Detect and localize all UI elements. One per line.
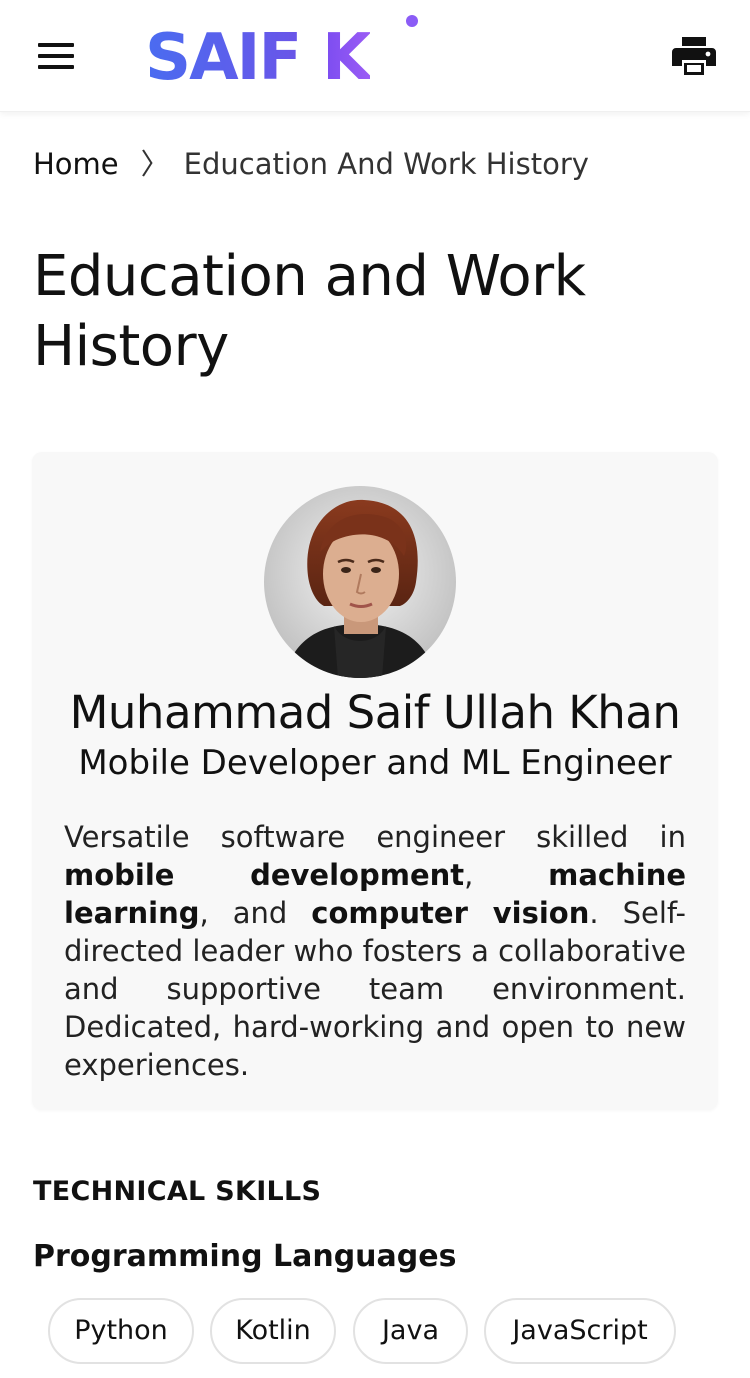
- section-heading-technical-skills: TECHNICAL SKILLS: [33, 1176, 322, 1207]
- printer-icon[interactable]: [670, 34, 718, 78]
- profile-role: Mobile Developer and ML Engineer: [78, 743, 672, 783]
- bio-text-1: Versatile software engineer skilled in: [64, 820, 686, 854]
- skill-chip-java[interactable]: Java: [353, 1298, 468, 1364]
- logo-first-word: SAIF: [145, 21, 302, 95]
- logo-last-letter: K: [322, 21, 372, 95]
- subheading-programming-languages: Programming Languages: [33, 1239, 457, 1274]
- bio-highlight-mobile: mobile development: [64, 858, 465, 892]
- profile-name: Muhammad Saif Ullah Khan: [69, 686, 681, 739]
- breadcrumb-current: Education And Work History: [183, 147, 589, 181]
- skill-chip-kotlin[interactable]: Kotlin: [210, 1298, 336, 1364]
- profile-bio: Versatile software engineer skilled in m…: [64, 818, 686, 1084]
- bio-text-2: ,: [464, 858, 549, 892]
- logo-dot: [406, 15, 418, 27]
- bio-text-3: , and: [199, 896, 312, 930]
- programming-language-chips: Python Kotlin Java JavaScript: [48, 1298, 748, 1378]
- site-logo[interactable]: SAIF K: [145, 18, 372, 98]
- breadcrumb-home-link[interactable]: Home: [33, 147, 119, 181]
- hamburger-menu-icon[interactable]: [34, 38, 78, 74]
- top-app-bar: SAIF K: [0, 0, 750, 112]
- page-title: Education and Work History: [33, 244, 586, 379]
- avatar: [264, 486, 456, 678]
- skill-chip-python[interactable]: Python: [48, 1298, 194, 1364]
- breadcrumb: Home 〉 Education And Work History: [33, 140, 589, 188]
- skill-chip-javascript[interactable]: JavaScript: [484, 1298, 676, 1364]
- breadcrumb-separator-icon: 〉: [140, 147, 170, 181]
- bio-highlight-cv: computer vision: [311, 896, 590, 930]
- profile-card: Muhammad Saif Ullah Khan Mobile Develope…: [32, 452, 718, 1110]
